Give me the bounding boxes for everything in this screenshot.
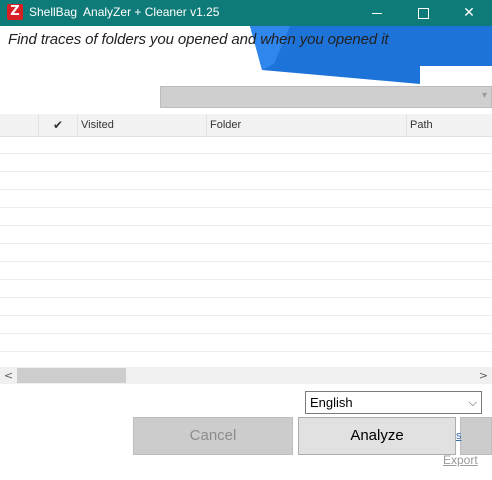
scroll-right-icon[interactable]: >	[475, 367, 492, 384]
table-row	[0, 334, 492, 352]
drive-select[interactable]: ▾	[160, 86, 492, 108]
window-title: ShellBag AnalyZer + Cleaner v1.25	[29, 5, 220, 19]
chevron-down-icon: ⌵	[468, 396, 477, 409]
table-row	[0, 244, 492, 262]
cancel-button[interactable]: Cancel	[133, 417, 293, 455]
analyze-button[interactable]: Analyze	[298, 417, 456, 455]
column-header-index[interactable]	[0, 114, 38, 136]
chevron-down-icon: ▾	[481, 90, 487, 101]
app-icon: Z	[7, 4, 23, 20]
close-icon: ✕	[463, 5, 475, 21]
close-button[interactable]: ✕	[446, 0, 492, 26]
export-link[interactable]: Export	[443, 453, 478, 467]
table-row	[0, 136, 492, 154]
title-bar[interactable]: Z ShellBag AnalyZer + Cleaner v1.25 ✕	[0, 0, 492, 26]
table-row	[0, 190, 492, 208]
language-value: English	[310, 395, 353, 410]
table-row	[0, 208, 492, 226]
partial-button[interactable]	[460, 417, 492, 455]
maximize-icon	[417, 7, 429, 19]
column-header-folder[interactable]: Folder	[206, 114, 406, 136]
grid-header: ✔ Visited Folder Path	[0, 114, 492, 137]
tagline: Find traces of folders you opened and wh…	[8, 31, 389, 48]
table-row	[0, 172, 492, 190]
column-header-visited[interactable]: Visited	[77, 114, 206, 136]
partial-link[interactable]: s	[456, 430, 462, 442]
table-row	[0, 226, 492, 244]
horizontal-scrollbar[interactable]: < >	[0, 367, 492, 384]
results-grid[interactable]: ✔ Visited Folder Path	[0, 114, 492, 364]
table-row	[0, 262, 492, 280]
minimize-button[interactable]	[354, 0, 400, 26]
language-select[interactable]: English ⌵	[305, 391, 482, 414]
maximize-button[interactable]	[400, 0, 446, 26]
table-row	[0, 280, 492, 298]
scrollbar-thumb[interactable]	[17, 368, 126, 383]
scroll-left-icon[interactable]: <	[0, 367, 17, 384]
column-header-check[interactable]: ✔	[38, 114, 77, 136]
column-header-path[interactable]: Path	[406, 114, 492, 136]
minimize-icon	[372, 12, 382, 14]
table-row	[0, 154, 492, 172]
table-row	[0, 298, 492, 316]
table-row	[0, 316, 492, 334]
